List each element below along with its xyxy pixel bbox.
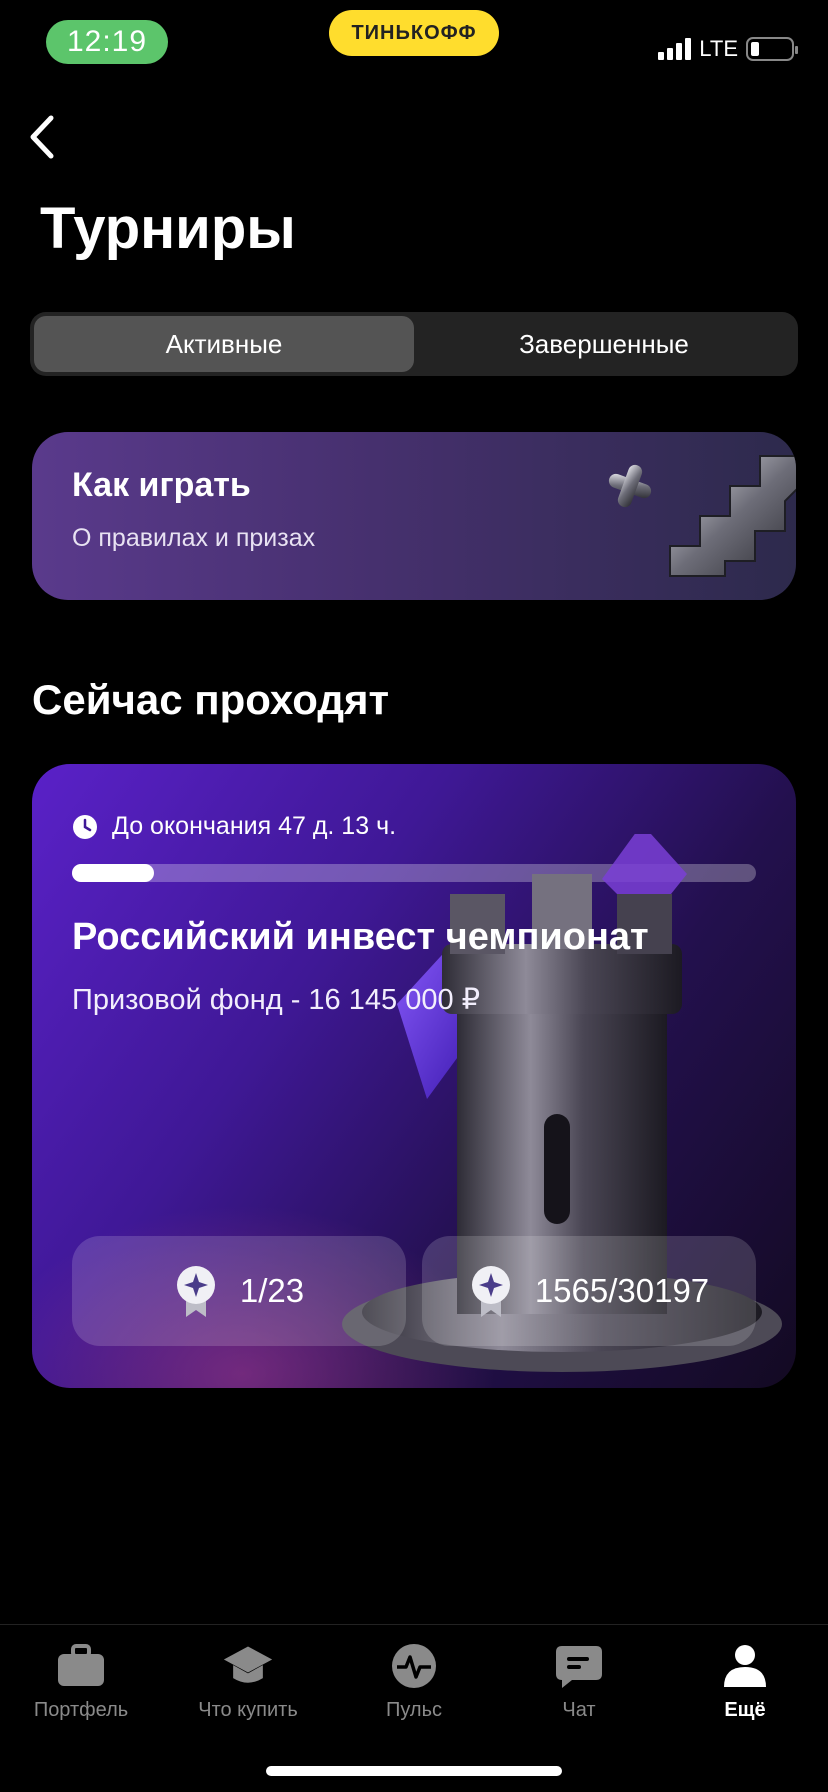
back-button[interactable] (22, 112, 62, 162)
tab-chat[interactable]: Чат (504, 1643, 654, 1722)
signal-icon (658, 38, 692, 60)
segmented-control: Активные Завершенные (30, 312, 798, 376)
profile-icon (719, 1643, 771, 1689)
tab-label: Ещё (724, 1699, 766, 1721)
chat-icon (553, 1643, 605, 1689)
brand-logo: ТИНЬКОФФ (329, 10, 499, 56)
tab-more[interactable]: Ещё (670, 1643, 820, 1722)
tab-active[interactable]: Активные (34, 316, 414, 372)
status-time: 12:19 (46, 20, 168, 64)
stat-place-box[interactable]: 1565/30197 (422, 1236, 756, 1346)
briefcase-icon (55, 1643, 107, 1689)
tournament-title: Российский инвест чемпионат (72, 916, 649, 958)
stat-rank-value: 1/23 (239, 1272, 305, 1309)
how-to-play-title: Как играть (72, 466, 251, 504)
how-to-play-card[interactable]: Как играть О правилах и призах (32, 432, 796, 600)
stat-place-value: 1565/30197 (534, 1272, 710, 1309)
prize-fund: Призовой фонд - 16 145 000 ₽ (72, 984, 481, 1016)
tab-pulse[interactable]: Пульс (339, 1643, 489, 1722)
graduation-cap-icon (222, 1643, 274, 1689)
battery-icon (746, 37, 798, 61)
tab-what-to-buy[interactable]: Что купить (173, 1643, 323, 1722)
chrome-shapes-illustration (608, 455, 796, 577)
how-to-play-subtitle: О правилах и призах (72, 524, 316, 552)
tab-finished[interactable]: Завершенные (414, 316, 794, 372)
tournament-card[interactable]: До окончания 47 д. 13 ч. Российский инве… (32, 764, 796, 1388)
home-indicator (266, 1766, 562, 1776)
tab-portfolio[interactable]: Портфель (6, 1643, 156, 1722)
network-type: LTE (699, 36, 738, 61)
tab-label: Чат (562, 1699, 596, 1721)
page-title: Турниры (40, 196, 296, 261)
medal-icon (471, 1266, 510, 1317)
section-title: Сейчас проходят (32, 676, 390, 723)
tournament-progress-fill (72, 864, 155, 882)
status-indicators: LTE (658, 36, 798, 62)
tab-label: Портфель (33, 1699, 129, 1721)
chevron-left-icon (30, 115, 54, 159)
tab-label: Что купить (198, 1699, 298, 1721)
medal-icon (176, 1266, 215, 1317)
tab-label: Пульс (385, 1699, 443, 1721)
clock-icon (73, 814, 97, 839)
pulse-icon (388, 1643, 440, 1689)
stat-rank-box[interactable]: 1/23 (72, 1236, 406, 1346)
